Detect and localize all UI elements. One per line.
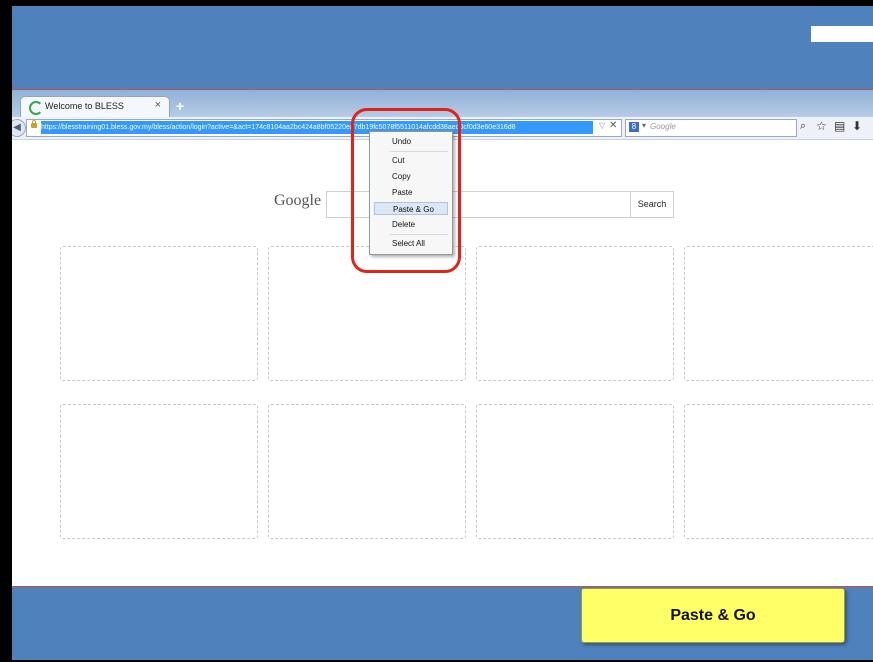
tab-close-icon[interactable]: × — [155, 99, 161, 111]
slide-top-band — [12, 6, 873, 89]
downloads-icon[interactable]: ⬇ — [852, 119, 862, 133]
new-tab-icon[interactable]: + — [176, 98, 184, 114]
thumbnail-tile[interactable] — [684, 246, 873, 381]
lock-icon — [31, 120, 37, 128]
bookmark-star-icon[interactable]: ☆ — [816, 119, 827, 133]
loading-icon — [29, 101, 43, 115]
search-bar[interactable]: 8 ▾ Google — [625, 119, 797, 137]
thumbnail-tile[interactable] — [684, 404, 873, 539]
google-logo: Google — [274, 192, 322, 209]
back-icon[interactable]: ◀ — [12, 119, 26, 137]
top-white-box — [811, 26, 873, 42]
paste-and-go-callout: Paste & Go — [581, 588, 845, 643]
browser-tab[interactable]: Welcome to BLESS × — [20, 96, 170, 119]
stop-icon[interactable]: ✕ — [609, 120, 617, 131]
address-bar[interactable]: https://blesstraining01.bless.gov.my/ble… — [26, 119, 622, 137]
thumbnail-tile[interactable] — [268, 404, 466, 539]
google-search-button[interactable]: Search — [630, 191, 674, 218]
url-history-dropdown-icon[interactable]: ▽ — [599, 121, 605, 130]
slide-frame: Welcome to BLESS × + ◀ https://blesstrai… — [12, 6, 873, 660]
search-icon[interactable]: ⌕ — [800, 120, 806, 133]
thumbnail-tile[interactable] — [476, 404, 674, 539]
thumbnail-tile[interactable] — [60, 404, 258, 539]
thumbnail-tile[interactable] — [60, 246, 258, 381]
bookmarks-list-icon[interactable]: ▤ — [834, 119, 845, 133]
search-engine-icon[interactable]: 8 — [629, 122, 639, 132]
search-placeholder: Google — [650, 122, 676, 131]
thumbnail-tile[interactable] — [476, 246, 674, 381]
engine-dropdown-icon[interactable]: ▾ — [642, 121, 646, 130]
tab-title: Welcome to BLESS — [45, 101, 124, 111]
red-highlight-ring — [351, 108, 461, 273]
url-text-selected[interactable]: https://blesstraining01.bless.gov.my/ble… — [41, 121, 593, 134]
